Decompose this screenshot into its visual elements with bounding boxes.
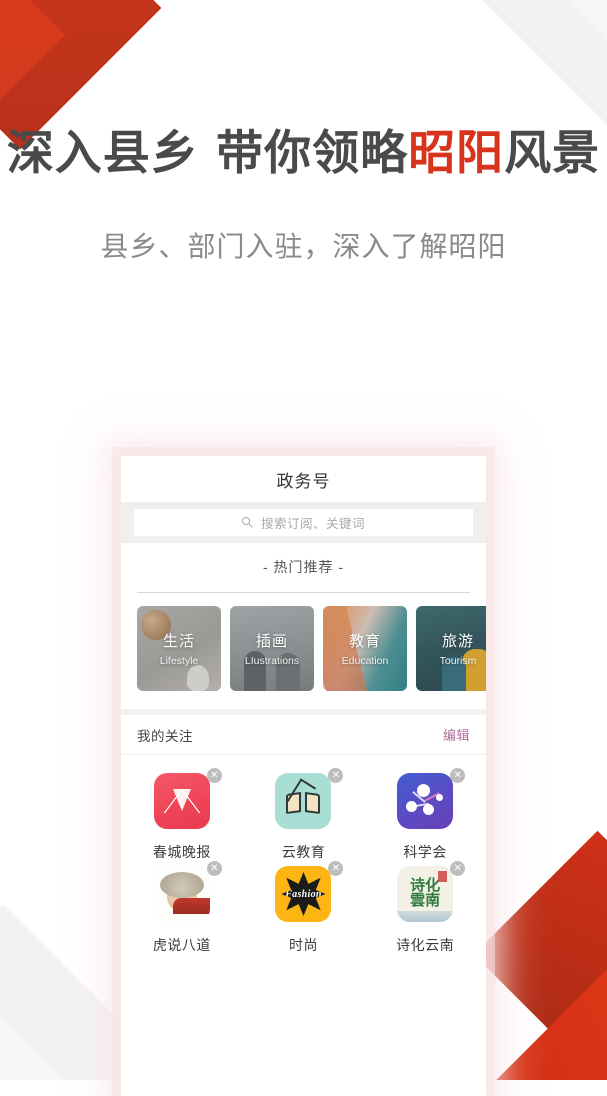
hot-recommend-section: - 热门推荐 - 生活 Lifestyle 插画 LIustrations 教育… xyxy=(121,543,486,709)
close-icon[interactable]: ✕ xyxy=(206,861,222,876)
close-icon[interactable]: ✕ xyxy=(328,861,344,876)
book-building-icon[interactable] xyxy=(275,773,332,829)
list-item[interactable]: ✕ 春城晚报 xyxy=(121,768,243,862)
list-item-label: 诗化云南 xyxy=(396,937,455,953)
close-icon[interactable]: ✕ xyxy=(450,768,466,783)
list-item-label: 虎说八道 xyxy=(152,937,211,953)
decor-triangle-bottom-left-small xyxy=(0,994,86,1080)
calligraphy-line-2: 雲南 xyxy=(410,893,441,909)
avatar-wrap: ✕ xyxy=(397,768,466,829)
category-card-label-cn: 教育 xyxy=(348,633,381,650)
category-card-label-cn: 旅游 xyxy=(441,633,474,650)
avatar-wrap: ✕ xyxy=(275,768,344,829)
search-zone: 搜索订阅、关键词 xyxy=(121,502,486,543)
avatar-wrap: ✕ xyxy=(153,861,222,922)
my-follow-header: 我的关注 编辑 xyxy=(121,709,486,755)
category-card-label-cn: 生活 xyxy=(162,633,195,650)
list-item-label: 时尚 xyxy=(288,937,318,953)
list-item[interactable]: Fashion ✕ 时尚 xyxy=(243,861,365,955)
calligraphy-icon[interactable]: 诗化 雲南 xyxy=(397,866,454,922)
app-title: 政务号 xyxy=(276,471,331,491)
mail-m-logo-icon[interactable] xyxy=(153,773,210,829)
fashion-star-icon[interactable]: Fashion xyxy=(275,866,332,922)
hot-recommend-title: - 热门推荐 - xyxy=(262,559,345,575)
category-card-label-en: Lifestyle xyxy=(159,655,199,667)
category-card-label-en: LIustrations xyxy=(244,655,300,667)
category-card-tourism[interactable]: 旅游 Tourism xyxy=(416,606,486,691)
decor-triangle-bottom-right-bright xyxy=(487,964,607,1080)
fashion-star-text: Fashion xyxy=(285,888,322,900)
portrait-illustration-icon[interactable] xyxy=(153,866,210,922)
list-item[interactable]: ✕ 科学会 xyxy=(364,768,486,862)
molecule-icon[interactable] xyxy=(397,773,454,829)
calligraphy-line-1: 诗化 xyxy=(410,878,441,894)
category-card-label-en: Education xyxy=(341,655,389,667)
hill-graphic xyxy=(397,911,454,922)
headline-text-last: 风景 xyxy=(504,126,601,181)
category-card-illustrations[interactable]: 插画 LIustrations xyxy=(230,606,314,691)
avatar-wrap: 诗化 雲南 ✕ xyxy=(397,861,466,922)
decor-triangle-top-right-small xyxy=(536,0,607,67)
followed-accounts-grid: ✕ 春城晚报 ✕ 云教育 ✕ 科学会 ✕ 虎说八道 Fashion ✕ 时尚 诗… xyxy=(121,755,486,955)
decor-triangle-top-left-small xyxy=(0,0,66,142)
headline-highlight: 昭阳 xyxy=(408,126,505,181)
page-subtitle: 县乡、部门入驻，深入了解昭阳 xyxy=(100,230,507,262)
list-item[interactable]: 诗化 雲南 ✕ 诗化云南 xyxy=(364,861,486,955)
hero-section: 深入县乡 带你领略昭阳风景 县乡、部门入驻，深入了解昭阳 xyxy=(0,128,607,265)
list-item[interactable]: ✕ 虎说八道 xyxy=(121,861,243,955)
avatar-wrap: Fashion ✕ xyxy=(275,861,344,922)
phone-mockup: 政务号 搜索订阅、关键词 - 热门推荐 - 生活 Lifestyle 插画 LI… xyxy=(121,456,486,1096)
list-item[interactable]: ✕ 云教育 xyxy=(243,768,365,862)
list-item-label: 春城晚报 xyxy=(152,844,211,860)
edit-button[interactable]: 编辑 xyxy=(443,725,470,744)
list-item-label: 科学会 xyxy=(403,844,447,860)
headline-text-first: 深入县乡 带你领略 xyxy=(6,126,409,181)
seal-mark xyxy=(438,871,448,882)
category-card-label-en: Tourism xyxy=(439,655,477,667)
avatar-wrap: ✕ xyxy=(153,768,222,829)
search-input[interactable]: 搜索订阅、关键词 xyxy=(134,509,473,536)
search-icon xyxy=(241,516,254,529)
category-card-lifestyle[interactable]: 生活 Lifestyle xyxy=(137,606,221,691)
close-icon[interactable]: ✕ xyxy=(328,768,344,783)
search-placeholder: 搜索订阅、关键词 xyxy=(260,517,365,531)
list-item-label: 云教育 xyxy=(281,844,326,860)
decor-triangle-bottom-right-dark xyxy=(473,830,607,1079)
category-card-education[interactable]: 教育 Education xyxy=(323,606,407,691)
category-card-label-cn: 插画 xyxy=(255,633,288,650)
close-icon[interactable]: ✕ xyxy=(206,768,222,783)
decor-triangle-top-right-large xyxy=(447,0,607,128)
page-title: 深入县乡 带你领略昭阳风景 xyxy=(0,128,607,180)
my-follow-title: 我的关注 xyxy=(137,728,193,744)
app-titlebar: 政务号 xyxy=(121,456,486,502)
close-icon[interactable]: ✕ xyxy=(450,861,466,876)
category-card-list[interactable]: 生活 Lifestyle 插画 LIustrations 教育 Educatio… xyxy=(121,593,486,709)
